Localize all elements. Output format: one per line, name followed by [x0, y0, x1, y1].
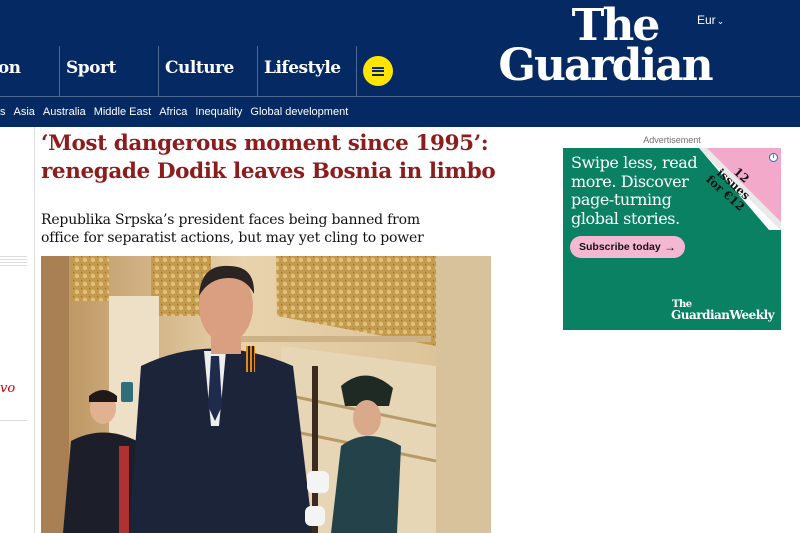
subnav-link-global-development[interactable]: Global development — [250, 106, 348, 118]
brand-bottom: GuardianWeekly — [671, 308, 775, 322]
adchoices-icon[interactable]: i — [758, 151, 778, 162]
subscribe-label: Subscribe today — [579, 241, 661, 253]
menu-button[interactable] — [363, 56, 393, 86]
masthead: Eur⌄ The Guardian nion Sport Culture Lif… — [0, 0, 800, 96]
pillar-sport[interactable]: Sport — [60, 46, 159, 96]
rail-divider — [0, 262, 27, 263]
logo-line-2: Guardian — [498, 40, 713, 91]
advertisement[interactable]: 12 issues for €12 i Swipe less, read mor… — [563, 148, 781, 330]
pillar-label: Sport — [66, 58, 116, 78]
rail-divider — [0, 420, 27, 421]
pillar-label: Culture — [165, 58, 234, 78]
pillar-label: Lifestyle — [264, 58, 341, 78]
subnav-link-africa[interactable]: Africa — [159, 106, 187, 118]
pillar-label: nion — [0, 58, 21, 78]
article-headline: ‘Most dangerous moment since 1995’: rene… — [41, 131, 496, 184]
ad-label: Advertisement — [643, 135, 701, 145]
menu-icon — [372, 66, 384, 76]
article-main-image — [41, 256, 491, 533]
subnav-link[interactable]: s — [0, 106, 6, 118]
pillar-nav: nion Sport Culture Lifestyle — [0, 46, 357, 96]
sub-nav: s Asia Australia Middle East Africa Ineq… — [0, 96, 800, 127]
rail-link-fragment[interactable]: vo — [0, 381, 15, 396]
rail-divider — [0, 259, 27, 260]
pillar-opinion[interactable]: nion — [0, 46, 60, 96]
guardian-weekly-logo: The GuardianWeekly — [671, 300, 777, 322]
guardian-logo[interactable]: The Guardian — [485, 4, 725, 91]
arrow-right-icon: → — [664, 240, 676, 254]
subnav-link-middle-east[interactable]: Middle East — [94, 106, 151, 118]
subnav-link-australia[interactable]: Australia — [43, 106, 86, 118]
column-divider — [34, 127, 35, 533]
subnav-link-inequality[interactable]: Inequality — [195, 106, 242, 118]
rail-divider — [0, 256, 27, 257]
rail-divider — [0, 265, 27, 266]
pillar-lifestyle[interactable]: Lifestyle — [258, 46, 357, 96]
subnav-link-asia[interactable]: Asia — [14, 106, 35, 118]
subscribe-button[interactable]: Subscribe today → — [570, 236, 685, 258]
pillar-culture[interactable]: Culture — [159, 46, 258, 96]
ad-copy: Swipe less, read more. Discover page-tur… — [571, 153, 698, 228]
article-standfirst: Republika Srpska’s president faces being… — [41, 212, 424, 246]
